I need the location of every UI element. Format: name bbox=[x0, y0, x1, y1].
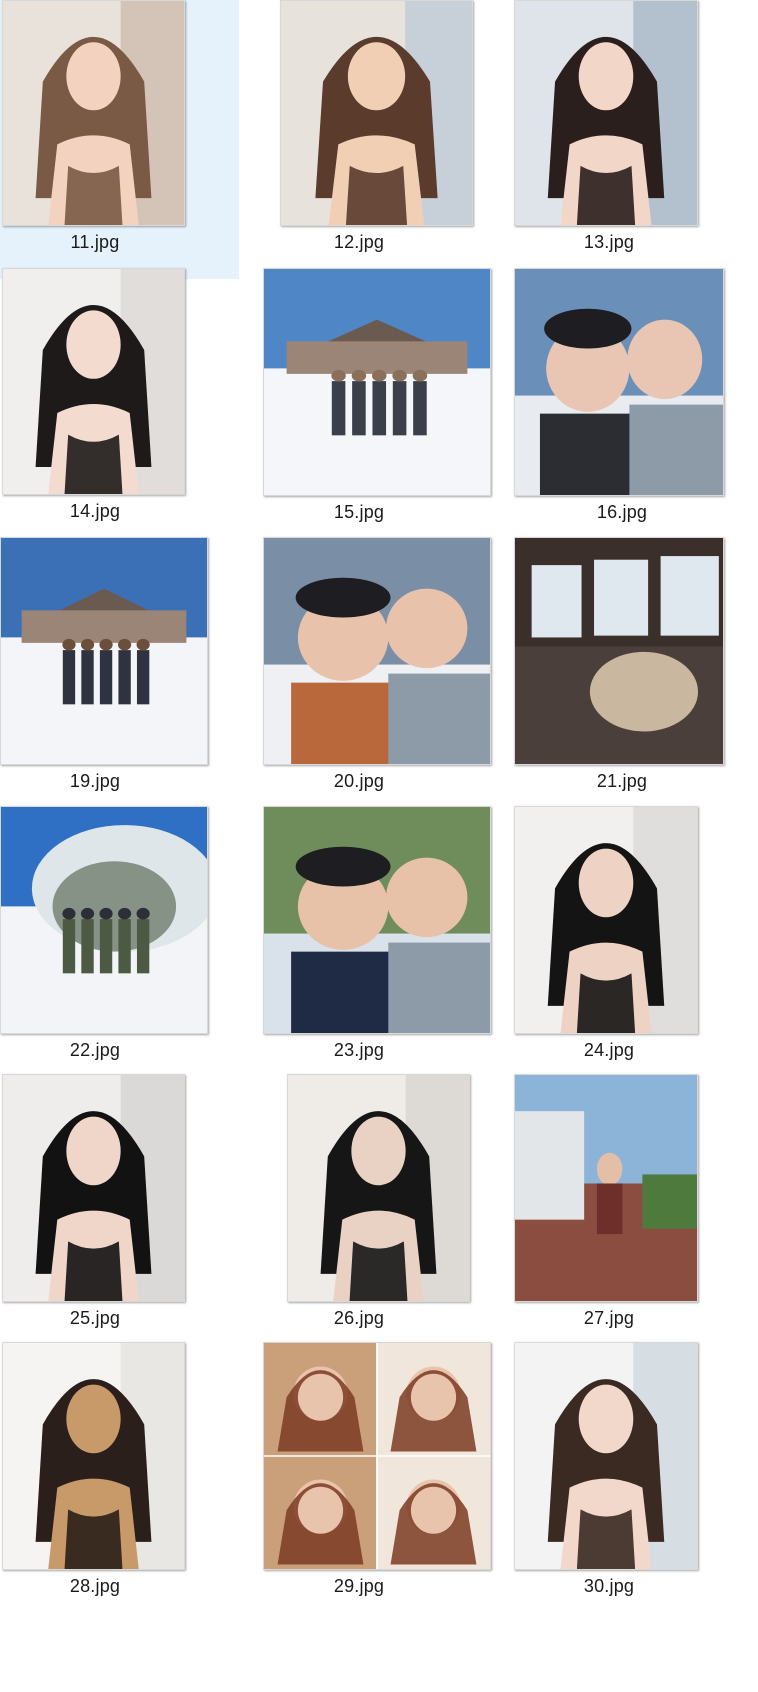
thumbnail-image bbox=[288, 1075, 469, 1301]
thumbnail-image bbox=[1, 538, 207, 764]
file-name-label: 25.jpg bbox=[69, 1308, 121, 1328]
thumbnail-image bbox=[515, 269, 723, 495]
image-thumbnail[interactable] bbox=[263, 537, 491, 765]
thumbnail-image bbox=[3, 1343, 184, 1569]
image-thumbnail[interactable] bbox=[287, 1074, 470, 1302]
file-tile[interactable]: 22.jpg bbox=[0, 806, 239, 1085]
file-name-label: 22.jpg bbox=[69, 1040, 121, 1060]
thumbnail-image bbox=[264, 538, 490, 764]
thumbnail-image bbox=[3, 269, 184, 494]
file-tile[interactable]: 16.jpg bbox=[514, 268, 753, 547]
file-tile[interactable]: 11.jpg bbox=[0, 0, 239, 279]
file-tile[interactable]: 15.jpg bbox=[236, 268, 495, 547]
image-thumbnail[interactable] bbox=[2, 268, 185, 495]
file-tile[interactable]: 12.jpg bbox=[236, 0, 495, 279]
image-thumbnail[interactable] bbox=[280, 0, 473, 226]
file-name-label: 16.jpg bbox=[596, 502, 648, 522]
file-name-label: 20.jpg bbox=[333, 771, 385, 791]
thumbnail-image bbox=[281, 1, 472, 225]
file-name-label: 24.jpg bbox=[583, 1040, 635, 1060]
image-thumbnail[interactable] bbox=[263, 806, 491, 1034]
image-thumbnail[interactable] bbox=[263, 268, 491, 496]
file-tile[interactable]: 30.jpg bbox=[514, 1342, 753, 1621]
file-tile[interactable]: 13.jpg bbox=[514, 0, 753, 279]
file-tile[interactable]: 24.jpg bbox=[514, 806, 753, 1085]
image-thumbnail[interactable] bbox=[514, 1342, 698, 1570]
thumbnail-image bbox=[264, 269, 490, 495]
file-tile[interactable]: 27.jpg bbox=[514, 1074, 753, 1353]
image-thumbnail[interactable] bbox=[514, 0, 698, 226]
image-thumbnail[interactable] bbox=[514, 537, 724, 765]
thumbnail-image bbox=[515, 1, 697, 225]
thumbnail-image bbox=[3, 1075, 184, 1301]
image-thumbnail[interactable] bbox=[0, 537, 208, 765]
image-thumbnail[interactable] bbox=[514, 268, 724, 496]
file-name-label: 27.jpg bbox=[583, 1308, 635, 1328]
file-name-label: 21.jpg bbox=[596, 771, 648, 791]
file-name-label: 15.jpg bbox=[333, 502, 385, 522]
file-tile[interactable]: 29.jpg bbox=[236, 1342, 495, 1621]
file-tile[interactable]: 25.jpg bbox=[0, 1074, 239, 1353]
image-thumbnail[interactable] bbox=[2, 1074, 185, 1302]
file-tile[interactable]: 28.jpg bbox=[0, 1342, 239, 1621]
file-name-label: 29.jpg bbox=[333, 1576, 385, 1596]
file-tile[interactable]: 23.jpg bbox=[236, 806, 495, 1085]
image-thumbnail[interactable] bbox=[514, 806, 698, 1034]
thumbnail-image bbox=[264, 807, 490, 1033]
file-name-label: 19.jpg bbox=[69, 771, 121, 791]
image-thumbnail[interactable] bbox=[263, 1342, 491, 1570]
file-tile[interactable]: 26.jpg bbox=[236, 1074, 495, 1353]
file-name-label: 14.jpg bbox=[69, 501, 121, 521]
image-thumbnail[interactable] bbox=[2, 0, 185, 226]
thumbnail-image bbox=[1, 807, 207, 1033]
thumbnail-grid: 11.jpg 12.jpg 13.jpg 14.jpg 15.jpg 16.jpg 19.j… bbox=[0, 0, 758, 1692]
thumbnail-image bbox=[515, 1343, 697, 1569]
file-tile[interactable]: 14.jpg bbox=[0, 268, 239, 547]
file-name-label: 28.jpg bbox=[69, 1576, 121, 1596]
image-thumbnail[interactable] bbox=[2, 1342, 185, 1570]
file-tile[interactable]: 19.jpg bbox=[0, 537, 239, 816]
thumbnail-image bbox=[3, 1, 184, 225]
file-name-label: 13.jpg bbox=[583, 232, 635, 252]
thumbnail-image bbox=[515, 1075, 697, 1301]
image-thumbnail[interactable] bbox=[514, 1074, 698, 1302]
file-name-label: 23.jpg bbox=[333, 1040, 385, 1060]
file-tile[interactable]: 21.jpg bbox=[514, 537, 753, 816]
file-tile[interactable]: 20.jpg bbox=[236, 537, 495, 816]
file-name-label: 30.jpg bbox=[583, 1576, 635, 1596]
file-name-label: 26.jpg bbox=[333, 1308, 385, 1328]
image-thumbnail[interactable] bbox=[0, 806, 208, 1034]
file-name-label: 11.jpg bbox=[70, 232, 120, 252]
thumbnail-image bbox=[515, 807, 697, 1033]
file-name-label: 12.jpg bbox=[333, 232, 385, 252]
thumbnail-image bbox=[515, 538, 723, 764]
thumbnail-image bbox=[264, 1343, 490, 1569]
